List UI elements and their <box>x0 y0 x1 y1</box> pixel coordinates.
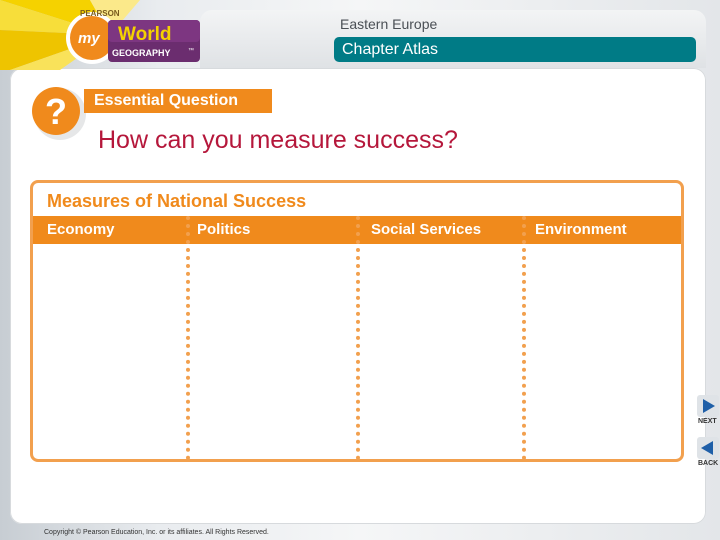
logo-my: my <box>78 30 100 47</box>
play-right-icon <box>697 395 719 417</box>
next-label: NEXT <box>698 418 717 425</box>
section-title: Chapter Atlas <box>334 37 696 62</box>
column-divider <box>186 216 190 460</box>
column-economy: Economy <box>47 221 115 238</box>
logo-geography: GEOGRAPHY <box>112 48 171 58</box>
essential-question-label: Essential Question <box>84 89 272 113</box>
column-divider <box>522 216 526 460</box>
question-mark-icon: ? <box>32 87 86 140</box>
column-politics: Politics <box>197 221 251 238</box>
column-divider <box>356 216 360 460</box>
logo-world: World <box>118 24 171 45</box>
measures-organizer: Measures of National Success Economy Pol… <box>30 180 684 462</box>
copyright-footer: Copyright © Pearson Education, Inc. or i… <box>44 529 269 536</box>
myworld-geography-logo: PEARSON my World GEOGRAPHY ™ <box>0 0 200 70</box>
back-button[interactable]: BACK <box>696 436 720 472</box>
essential-question-text: How can you measure success? <box>98 126 458 154</box>
logo-trademark: ™ <box>188 47 194 54</box>
next-button[interactable]: NEXT <box>696 394 720 430</box>
logo-pearson: PEARSON <box>80 9 120 18</box>
column-environment: Environment <box>535 221 627 238</box>
organizer-title: Measures of National Success <box>47 191 307 211</box>
back-label: BACK <box>698 460 719 467</box>
chapter-title: Eastern Europe <box>340 16 438 32</box>
column-social-services: Social Services <box>371 221 482 238</box>
play-left-icon <box>697 437 719 459</box>
svg-text:?: ? <box>45 91 67 132</box>
